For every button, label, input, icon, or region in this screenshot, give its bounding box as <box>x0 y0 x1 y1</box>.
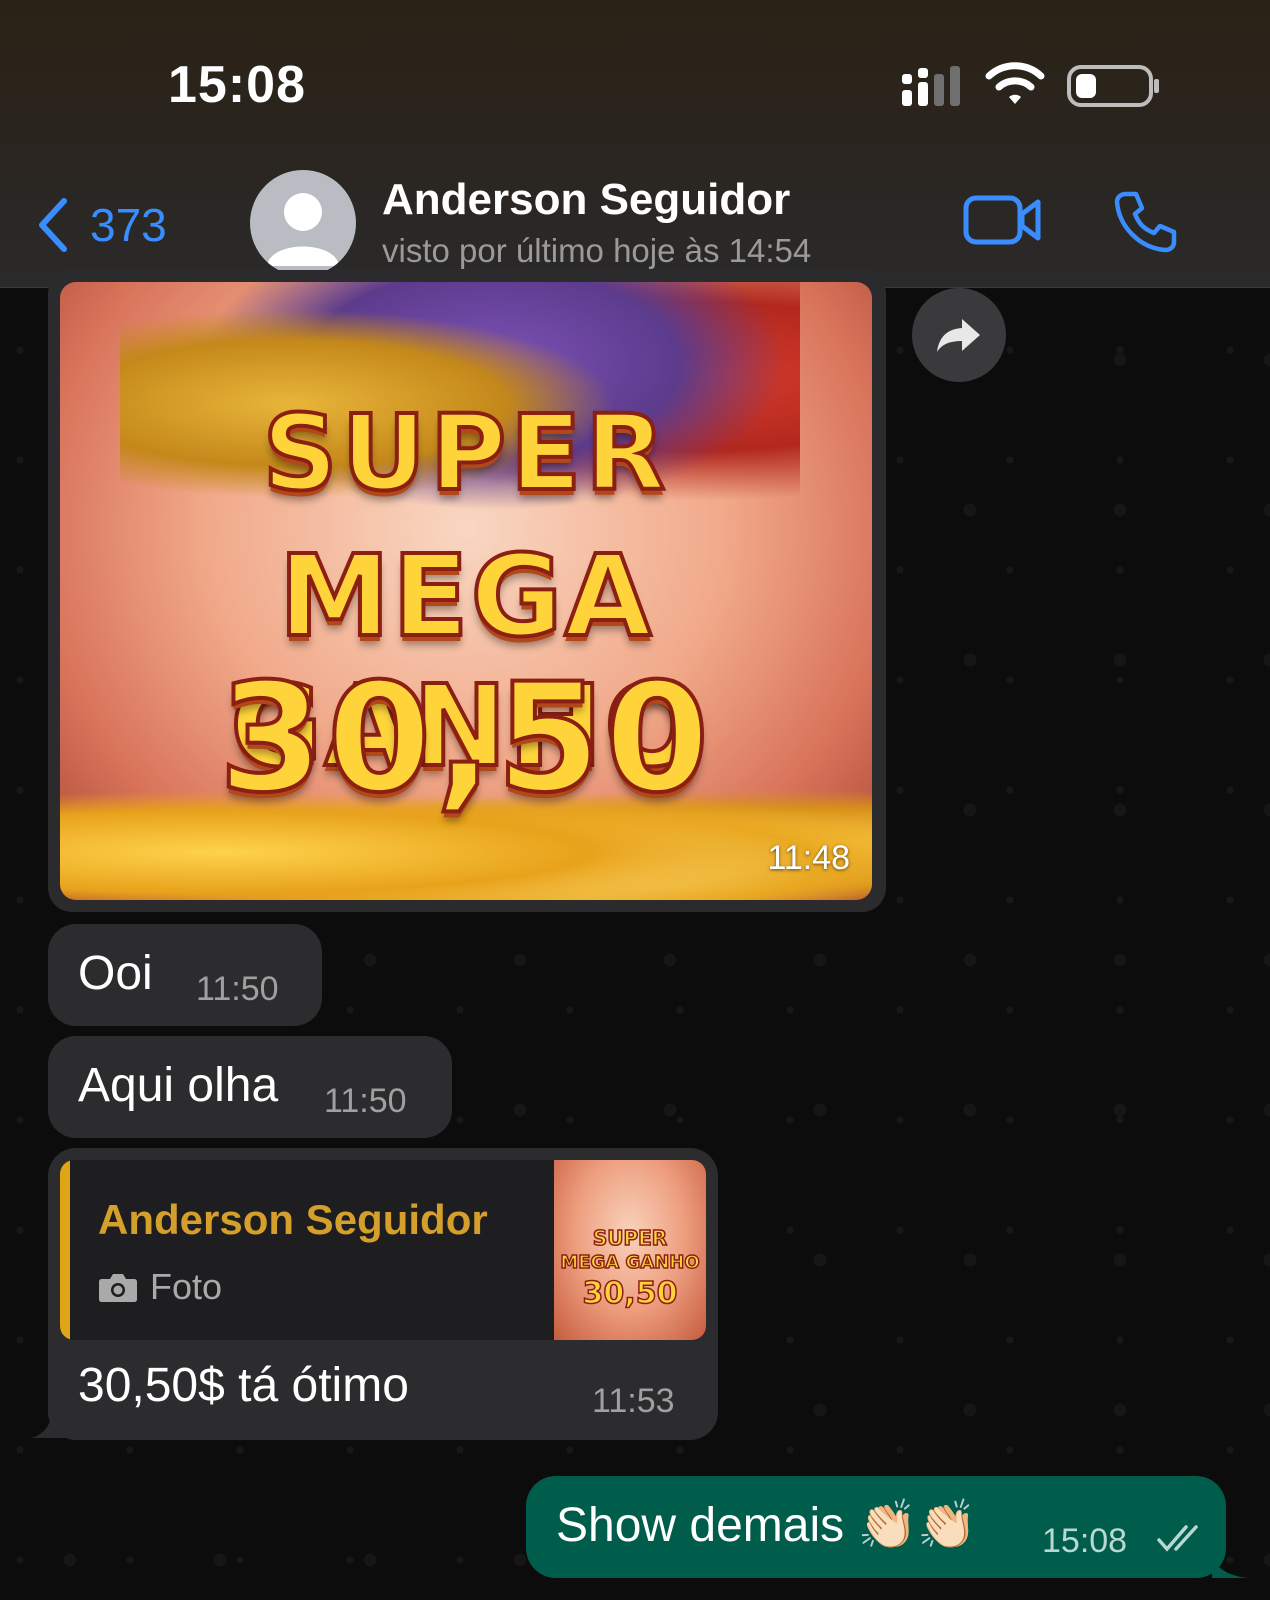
quoted-sender-name: Anderson Seguidor <box>98 1196 488 1243</box>
quoted-message[interactable]: Anderson Seguidor Foto SUPER MEGA GANHO … <box>60 1160 706 1340</box>
camera-icon <box>99 1274 137 1302</box>
bubble-tail-outgoing <box>1212 1556 1248 1578</box>
quoted-media-label: Foto <box>150 1266 223 1307</box>
thumb-text-line-2: MEGA GANHO <box>560 1251 701 1274</box>
message-time: 11:53 <box>592 1382 675 1420</box>
unread-count: 373 <box>90 199 167 251</box>
chat-header: 15:08 373 Anderson Seguidor visto por úl… <box>0 0 1270 288</box>
quoted-photo-thumbnail: SUPER MEGA GANHO 30,50 <box>554 1160 706 1340</box>
chevron-left-icon <box>39 198 67 252</box>
photo-text-line-1: SUPER <box>261 390 670 516</box>
video-call-button[interactable] <box>962 190 1044 250</box>
image-message[interactable]: SUPER MEGA GANHO 30,50 11:48 <box>48 270 886 912</box>
message-bubble-incoming[interactable]: Aqui olha 11:50 <box>48 1036 452 1138</box>
wifi-icon <box>985 62 1045 104</box>
forward-arrow-icon <box>937 319 980 352</box>
thumb-text-line-1: SUPER <box>592 1225 668 1251</box>
battery-icon <box>1067 65 1159 107</box>
message-time: 15:08 <box>1042 1522 1128 1560</box>
status-time: 15:08 <box>168 56 306 114</box>
message-text: Aqui olha <box>78 1059 279 1112</box>
photo-text-line-3: 30,50 <box>217 650 714 828</box>
message-time: 11:50 <box>324 1082 407 1120</box>
message-time: 11:48 <box>767 839 850 877</box>
contact-avatar[interactable] <box>250 170 356 276</box>
message-bubble-outgoing[interactable]: Show demais 👏🏻👏🏻 15:08 <box>526 1476 1226 1578</box>
voice-call-button[interactable] <box>1112 188 1178 254</box>
thumb-text-line-3: 30,50 <box>582 1275 678 1312</box>
message-bubble-incoming[interactable]: Ooi 11:50 <box>48 924 322 1026</box>
default-user-icon <box>267 193 339 266</box>
message-text: 30,50$ tá ótimo <box>78 1359 409 1412</box>
message-text: Ooi <box>78 947 153 1000</box>
quoted-media-type: Foto <box>98 1266 222 1308</box>
bubble-tail-incoming <box>32 1410 70 1438</box>
reply-message[interactable]: Anderson Seguidor Foto SUPER MEGA GANHO … <box>48 1148 718 1440</box>
cellular-signal-icon <box>902 66 960 106</box>
contact-name[interactable]: Anderson Seguidor <box>382 175 790 225</box>
back-button[interactable]: 373 <box>36 190 196 260</box>
contact-last-seen: visto por último hoje às 14:54 <box>382 232 812 269</box>
read-receipt-icon <box>1157 1525 1198 1552</box>
forward-button[interactable] <box>912 288 1006 382</box>
message-time: 11:50 <box>196 970 279 1008</box>
shared-photo[interactable]: SUPER MEGA GANHO 30,50 11:48 <box>60 282 872 900</box>
message-text: Show demais 👏🏻👏🏻 <box>556 1499 978 1552</box>
quote-accent-bar <box>60 1160 70 1340</box>
